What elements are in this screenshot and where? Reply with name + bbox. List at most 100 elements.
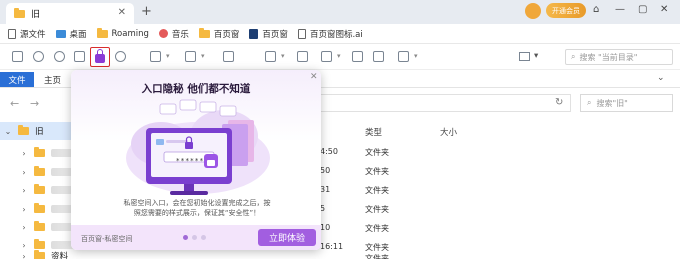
modified-time: 10 bbox=[320, 223, 331, 232]
ribbon-collapse-button[interactable]: ⌄ bbox=[657, 73, 665, 83]
private-space-illustration bbox=[126, 99, 270, 195]
close-tab-button[interactable]: ✕ bbox=[118, 7, 126, 18]
bookmark-label: 音乐 bbox=[171, 29, 189, 40]
close-window-button[interactable]: ✕ bbox=[660, 4, 668, 15]
folder-icon bbox=[96, 27, 108, 38]
maximize-button[interactable]: ▢ bbox=[638, 4, 647, 15]
popup-footer: 百页窗-私密空间 立即体验 bbox=[71, 225, 321, 250]
bookmark-source-files[interactable]: 源文件 bbox=[8, 28, 46, 40]
carousel-dots bbox=[183, 235, 206, 240]
toolbar: ▾ ▾ ▾ ▾ ▾ ▾ ⌕ 搜索 "当前目录" bbox=[0, 44, 680, 70]
eye-icon[interactable] bbox=[115, 51, 126, 62]
forward-button[interactable]: → bbox=[30, 97, 39, 110]
table-row[interactable]: 4:50 文件夹 bbox=[320, 144, 680, 162]
bookmark-label: 百页窗 bbox=[213, 29, 240, 40]
file-type: 文件夹 bbox=[365, 205, 389, 214]
search-current-dir-input[interactable]: ⌕ 搜索 "当前目录" bbox=[565, 49, 673, 65]
private-space-button[interactable] bbox=[90, 47, 110, 67]
folder-icon bbox=[34, 221, 45, 231]
bookmark-desktop[interactable]: 桌面 bbox=[55, 28, 87, 40]
back-button[interactable]: ← bbox=[10, 97, 19, 110]
chevron-down-icon[interactable]: ▾ bbox=[166, 52, 170, 60]
folder-icon bbox=[34, 147, 45, 157]
move-icon[interactable] bbox=[297, 51, 308, 62]
chevron-right-icon[interactable]: › bbox=[20, 241, 28, 250]
tab-current[interactable]: 旧 ✕ bbox=[6, 3, 134, 24]
table-row[interactable]: 50 文件夹 bbox=[320, 163, 680, 181]
chevron-down-icon[interactable]: ▾ bbox=[337, 52, 341, 60]
chevron-right-icon[interactable]: › bbox=[20, 223, 28, 232]
file-type: 文件夹 bbox=[365, 186, 389, 195]
avatar[interactable] bbox=[525, 3, 541, 19]
file-icon bbox=[8, 28, 16, 39]
file-icon bbox=[297, 28, 306, 39]
file-list: 类型 大小 4:50 文件夹 50 文件夹 31 文件夹 5 文件夹 10 文件… bbox=[320, 118, 680, 259]
bookmark-label: 百页窗 bbox=[262, 29, 288, 40]
view-button[interactable]: ▾ bbox=[519, 51, 538, 61]
chevron-down-icon[interactable]: ▾ bbox=[414, 52, 418, 60]
chevron-right-icon[interactable]: › bbox=[20, 168, 28, 177]
tab-label: 旧 bbox=[31, 10, 41, 20]
search-icon: ⌕ bbox=[587, 98, 592, 107]
folder-icon bbox=[34, 250, 45, 259]
bookmark-label: 源文件 bbox=[20, 29, 46, 40]
bookmark-icon-file[interactable]: 百页窗图标.ai bbox=[297, 28, 363, 40]
chevron-right-icon[interactable]: › bbox=[20, 252, 28, 259]
search-folder-input[interactable]: ⌕ 搜索"旧" bbox=[580, 94, 673, 112]
shirt-icon[interactable]: ⌂ bbox=[593, 4, 599, 15]
chevron-down-icon[interactable]: ▾ bbox=[281, 52, 285, 60]
chevron-right-icon[interactable]: › bbox=[20, 205, 28, 214]
tree-item-old[interactable]: ⌄ 旧 bbox=[0, 122, 72, 140]
carousel-dot-active[interactable] bbox=[183, 235, 188, 240]
copy-icon[interactable] bbox=[150, 51, 161, 62]
rename-icon[interactable] bbox=[352, 51, 363, 62]
properties-icon[interactable] bbox=[373, 51, 384, 62]
column-header-size[interactable]: 大小 bbox=[440, 126, 457, 138]
folder-icon bbox=[14, 7, 25, 18]
chevron-down-icon[interactable]: ⌄ bbox=[4, 127, 12, 136]
minimize-button[interactable]: — bbox=[615, 4, 625, 15]
popup-description: 私密空间入口，会在您初始化设置完成之后，按 照您需要的样式展示，保证其“安全性”… bbox=[107, 198, 287, 218]
chevron-right-icon[interactable]: › bbox=[20, 149, 28, 158]
bookmark-baiyechuang-1[interactable]: 百页窗 bbox=[198, 27, 240, 40]
refresh-button[interactable]: ↻ bbox=[555, 97, 563, 108]
new-tab-button[interactable]: + bbox=[141, 4, 152, 19]
paste-icon[interactable] bbox=[223, 51, 234, 62]
more-icon[interactable] bbox=[398, 51, 409, 62]
vip-button[interactable]: 开通会员 bbox=[546, 3, 586, 18]
carousel-dot[interactable] bbox=[192, 235, 197, 240]
delete-icon[interactable] bbox=[321, 51, 332, 62]
folder-icon bbox=[34, 239, 45, 249]
cut-icon[interactable] bbox=[185, 51, 196, 62]
table-row[interactable]: 5 文件夹 bbox=[320, 201, 680, 219]
address-bar[interactable] bbox=[320, 94, 571, 112]
folder-new-icon[interactable] bbox=[265, 51, 276, 62]
description-line: 私密空间入口，会在您初始化设置完成之后，按 bbox=[123, 199, 271, 207]
bookmark-baiyechuang-2[interactable]: 百页窗 bbox=[249, 28, 288, 40]
bookmark-music[interactable]: 音乐 bbox=[158, 28, 189, 40]
title-bar: 旧 ✕ + 开通会员 ⌂ — ▢ ✕ bbox=[0, 0, 680, 24]
bookmark-roaming[interactable]: Roaming bbox=[96, 27, 149, 39]
table-row[interactable]: 31 文件夹 bbox=[320, 182, 680, 200]
table-row[interactable]: 10 文件夹 bbox=[320, 220, 680, 238]
desktop-icon bbox=[55, 29, 66, 38]
table-row[interactable]: 文件夹 bbox=[320, 254, 680, 259]
column-header-type[interactable]: 类型 bbox=[365, 126, 382, 138]
tree-item-data[interactable]: › 资料 bbox=[0, 250, 68, 259]
file-type: 文件夹 bbox=[365, 243, 389, 252]
file-type: 文件夹 bbox=[365, 148, 389, 157]
tab-home[interactable]: 主页 bbox=[44, 74, 61, 86]
carousel-dot[interactable] bbox=[201, 235, 206, 240]
try-now-button[interactable]: 立即体验 bbox=[258, 229, 316, 246]
search-placeholder: 搜索"旧" bbox=[596, 98, 628, 108]
history-icon[interactable] bbox=[33, 51, 44, 62]
chevron-right-icon[interactable]: › bbox=[20, 186, 28, 195]
chevron-down-icon[interactable]: ▾ bbox=[201, 52, 205, 60]
layout-icon[interactable] bbox=[74, 51, 85, 62]
new-file-icon[interactable] bbox=[12, 51, 23, 62]
tab-file[interactable]: 文件 bbox=[0, 72, 34, 87]
brand-label: 百页窗-私密空间 bbox=[81, 235, 133, 243]
modified-time: 50 bbox=[320, 166, 331, 175]
folder-icon bbox=[34, 203, 45, 213]
sync-icon[interactable] bbox=[54, 51, 65, 62]
